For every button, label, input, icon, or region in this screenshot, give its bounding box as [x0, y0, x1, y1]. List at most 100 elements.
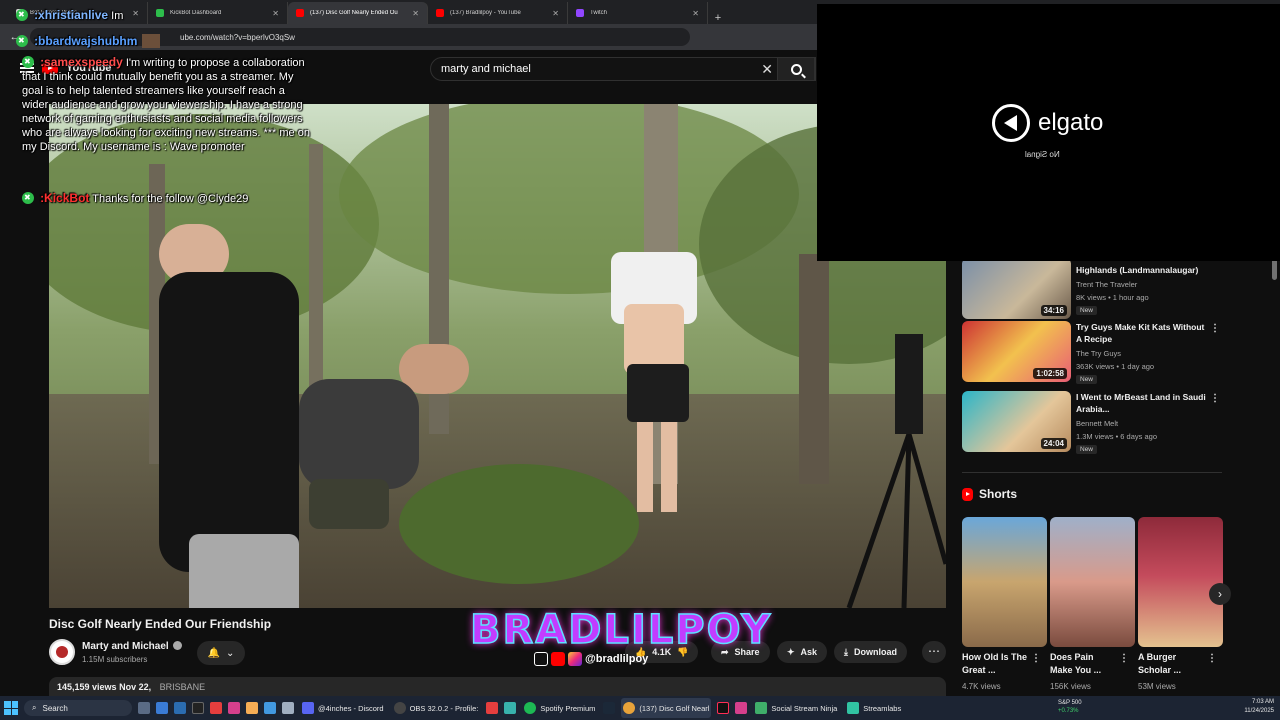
app-icon[interactable]: [228, 702, 240, 714]
elgato-logo-text: elgato: [1038, 109, 1104, 136]
video-thumbnail[interactable]: 1:02:58: [962, 321, 1071, 382]
steam-icon[interactable]: [603, 702, 616, 714]
notification-bell-button[interactable]: 🔔 ⌄: [197, 641, 245, 665]
channel-name[interactable]: The Try Guys: [1076, 349, 1121, 358]
short-title[interactable]: How Old Is The Great ...: [962, 651, 1028, 677]
obs-icon: [393, 702, 406, 714]
taskbar-app[interactable]: Spotify Premium: [522, 698, 597, 718]
video-title[interactable]: Highlands (Landmannalaugar): [1076, 264, 1208, 276]
app-icon[interactable]: [156, 702, 168, 714]
close-tab-icon[interactable]: ✕: [692, 9, 699, 18]
elgato-logo-icon: [992, 104, 1030, 142]
windows-start-icon[interactable]: [4, 701, 18, 715]
app-icon[interactable]: [174, 702, 186, 714]
more-options-icon[interactable]: ⋮: [1210, 393, 1220, 404]
more-options-icon[interactable]: ⋮: [1119, 653, 1129, 664]
short-thumbnail[interactable]: [1050, 517, 1135, 647]
video-title[interactable]: Try Guys Make Kit Kats Without A Recipe: [1076, 321, 1208, 345]
video-player[interactable]: [49, 104, 946, 608]
short-views: 4.7K views: [962, 682, 1001, 691]
video-title: Disc Golf Nearly Ended Our Friendship: [49, 617, 272, 631]
chrome-icon[interactable]: [246, 702, 258, 714]
tab-title: Twitch: [590, 10, 608, 16]
chat-text: Im: [111, 10, 124, 22]
chat-text: Thanks for the follow @Clyde29: [92, 193, 249, 205]
download-label: Download: [853, 647, 897, 657]
chat-username: :KickBot: [40, 191, 90, 205]
tiktok-icon[interactable]: [717, 702, 730, 714]
more-options-icon[interactable]: ⋮: [1210, 323, 1220, 334]
stock-name: S&P 500: [1058, 700, 1082, 706]
watermark-handle: @bradlilpoy: [585, 653, 649, 665]
browser-tab[interactable]: KickBot Dashboard ✕: [148, 2, 288, 24]
app-icon[interactable]: [210, 702, 222, 714]
channel-avatar[interactable]: [49, 639, 75, 665]
search-input[interactable]: marty and michael ✕: [430, 57, 816, 81]
app-icon[interactable]: [486, 702, 499, 714]
video-thumbnail[interactable]: 34:16: [962, 258, 1071, 319]
taskbar-app[interactable]: OBS 32.0.2 - Profile:: [392, 698, 481, 718]
system-clock[interactable]: 7:03 AM 11/24/2025: [1244, 698, 1274, 716]
app-icon[interactable]: [504, 702, 517, 714]
taskbar-app[interactable]: @4inches - Discord: [300, 698, 386, 718]
channel-name[interactable]: Bennett Melt: [1076, 419, 1118, 428]
section-divider: [962, 472, 1222, 473]
browser-tab[interactable]: (137) Bradlilpoy - YouTube ✕: [428, 2, 568, 24]
short-title[interactable]: Does Pain Make You ...: [1050, 651, 1116, 677]
tab-title: KickBot Dashboard: [170, 10, 222, 16]
browser-tab-active[interactable]: (137) Disc Golf Nearly Ended Ou ✕: [288, 2, 428, 24]
channel-name[interactable]: Marty and Michael: [82, 641, 182, 652]
taskbar-search[interactable]: ⌕ Search: [24, 700, 132, 716]
clear-search-icon[interactable]: ✕: [761, 61, 773, 78]
new-badge: New: [1076, 445, 1098, 454]
recommended-video[interactable]: 24:04 I Went to MrBeast Land in Saudi Ar…: [962, 391, 1222, 454]
taskbar-app-active[interactable]: (137) Disc Golf Nearl: [621, 698, 712, 718]
description-box[interactable]: 145,159 views Nov 22, BRISBANE: [49, 677, 946, 697]
new-badge: New: [1076, 306, 1098, 315]
screen: Bot Errors | Webs... ✕ KickBot Dashboard…: [0, 0, 1280, 720]
more-options-icon[interactable]: ⋮: [1207, 653, 1217, 664]
channel-name-text: Marty and Michael: [82, 641, 169, 652]
more-options-icon[interactable]: ⋮: [1031, 653, 1041, 664]
shorts-label: Shorts: [979, 487, 1018, 501]
video-thumbnail[interactable]: 24:04: [962, 391, 1071, 452]
app-icon[interactable]: [264, 702, 276, 714]
taskbar-app[interactable]: Streamlabs: [845, 698, 903, 718]
close-tab-icon[interactable]: ✕: [132, 9, 139, 18]
discord-icon: [302, 702, 314, 714]
browser-tab[interactable]: Twitch ✕: [568, 2, 708, 24]
short-title[interactable]: A Burger Scholar ...: [1138, 651, 1204, 677]
next-arrow-icon[interactable]: ›: [1209, 583, 1231, 605]
tab-favicon-icon: [576, 9, 584, 17]
short-thumbnail[interactable]: [1138, 517, 1223, 647]
search-icon: ⌕: [32, 703, 37, 712]
task-view-icon[interactable]: [138, 702, 150, 714]
streamer-watermark: BRADLILPOY @bradlilpoy: [469, 609, 850, 670]
app-icon[interactable]: [282, 702, 294, 714]
channel-name[interactable]: Trent The Traveler: [1076, 280, 1137, 289]
close-tab-icon[interactable]: ✕: [412, 9, 419, 18]
stock-widget[interactable]: S&P 500 +0.73%: [1058, 699, 1082, 715]
search-button[interactable]: [777, 57, 815, 81]
close-tab-icon[interactable]: ✕: [552, 9, 559, 18]
app-icon[interactable]: [192, 702, 204, 714]
app-icon[interactable]: [735, 702, 748, 714]
taskbar-app-label: Streamlabs: [863, 703, 902, 713]
chat-message: :samexspeedy I'm writing to propose a co…: [22, 55, 312, 154]
location-tag[interactable]: BRISBANE: [160, 682, 206, 692]
recommended-video[interactable]: 34:16 Highlands (Landmannalaugar) Trent …: [962, 258, 1222, 320]
short-thumbnail[interactable]: [962, 517, 1047, 647]
more-actions-button[interactable]: ⋯: [922, 641, 946, 663]
recommended-video[interactable]: 1:02:58 Try Guys Make Kit Kats Without A…: [962, 321, 1222, 384]
video-title[interactable]: I Went to MrBeast Land in Saudi Arabia..…: [1076, 391, 1208, 415]
video-meta: 363K views • 1 day ago: [1076, 362, 1155, 371]
close-tab-icon[interactable]: ✕: [272, 9, 279, 18]
taskbar-app[interactable]: Social Stream Ninja: [753, 698, 839, 718]
kick-badge-icon: [22, 191, 34, 205]
chat-text: I'm writing to propose a collaboration t…: [22, 57, 310, 153]
chat-username: :samexspeedy: [40, 55, 123, 69]
search-value: marty and michael: [441, 63, 531, 75]
instagram-icon: [568, 652, 582, 666]
new-tab-button[interactable]: +: [708, 12, 728, 24]
stock-change: +0.73%: [1058, 708, 1079, 714]
